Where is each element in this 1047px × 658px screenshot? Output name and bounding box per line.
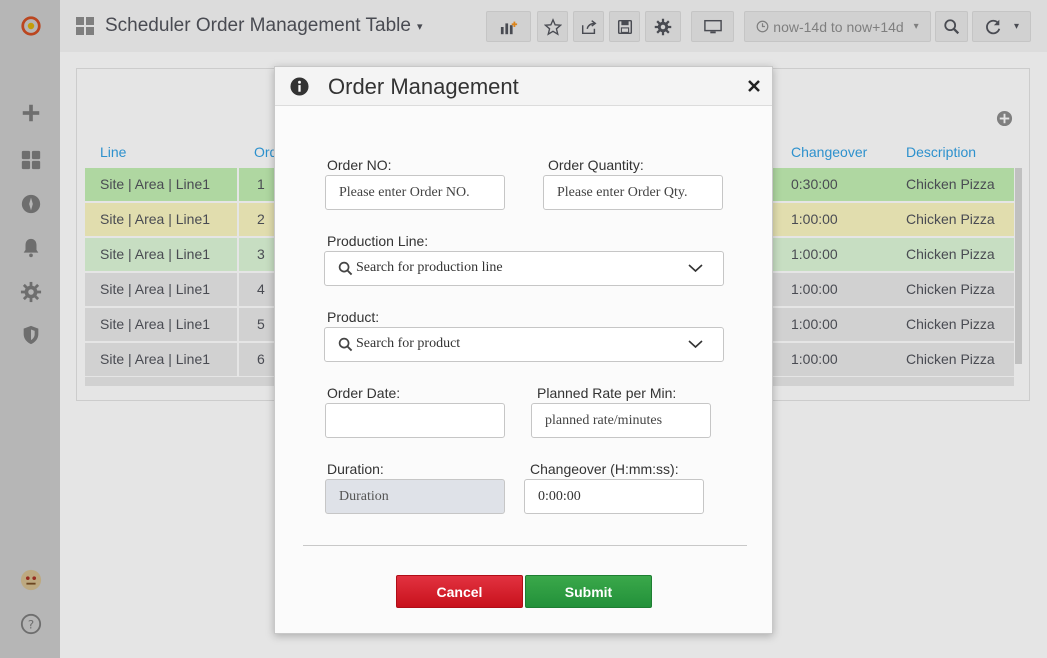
- planned-rate-label: Planned Rate per Min:: [537, 385, 677, 401]
- close-icon[interactable]: [748, 79, 760, 92]
- order-management-dialog: Order Management Order NO: Please enter …: [274, 66, 773, 634]
- product-placeholder: Search for product: [356, 336, 461, 351]
- dialog-divider: [303, 545, 747, 546]
- submit-button[interactable]: Submit: [525, 575, 652, 608]
- production-line-label: Production Line:: [327, 233, 429, 249]
- changeover-input[interactable]: 0:00:00: [524, 479, 704, 514]
- production-line-select[interactable]: Search for production line: [324, 251, 724, 286]
- chevron-down-icon: [688, 264, 703, 273]
- info-icon: [290, 77, 309, 96]
- duration-label: Duration:: [327, 461, 384, 477]
- order-no-input[interactable]: Please enter Order NO.: [325, 175, 505, 210]
- dialog-header: Order Management: [275, 67, 772, 106]
- duration-input: Duration: [325, 479, 505, 514]
- production-line-placeholder: Search for production line: [356, 260, 503, 275]
- order-no-label: Order NO:: [327, 157, 392, 173]
- order-quantity-input[interactable]: Please enter Order Qty.: [543, 175, 723, 210]
- order-date-input[interactable]: [325, 403, 505, 438]
- order-date-label: Order Date:: [327, 385, 401, 401]
- planned-rate-input[interactable]: planned rate/minutes: [531, 403, 711, 438]
- search-icon: [338, 261, 353, 276]
- order-quantity-label: Order Quantity:: [548, 157, 644, 173]
- cancel-button[interactable]: Cancel: [396, 575, 523, 608]
- chevron-down-icon: [688, 340, 703, 349]
- dialog-title: Order Management: [328, 74, 519, 99]
- product-select[interactable]: Search for product: [324, 327, 724, 362]
- sidebar-backdrop: [0, 0, 60, 658]
- search-icon: [338, 337, 353, 352]
- product-label: Product:: [327, 309, 380, 325]
- changeover-label: Changeover (H:mm:ss):: [530, 461, 679, 477]
